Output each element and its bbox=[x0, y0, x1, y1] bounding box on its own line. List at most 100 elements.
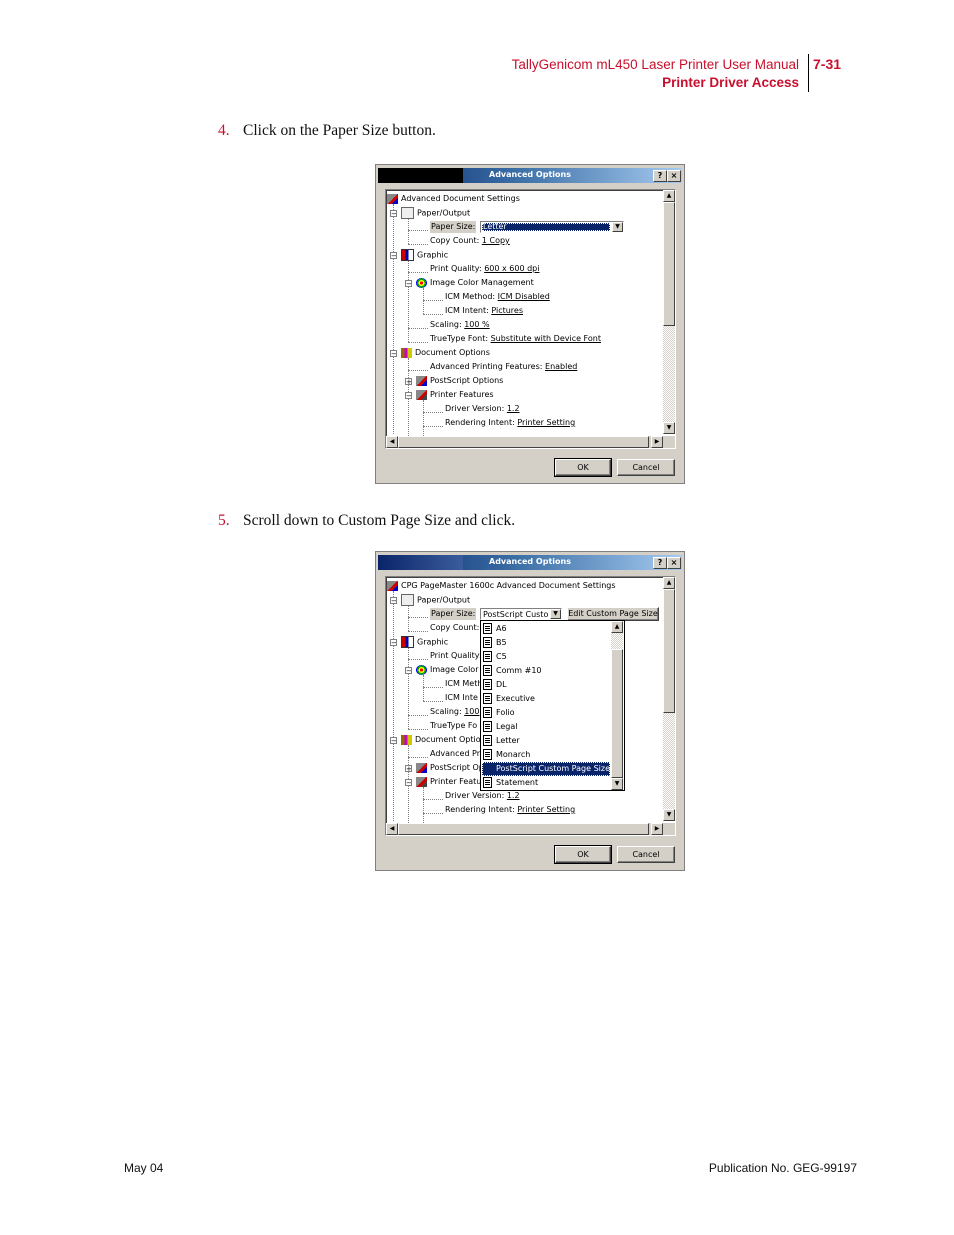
tree-item-paper-output[interactable]: Paper/Output bbox=[401, 207, 470, 219]
print-quality-setting[interactable]: Print Quality: bbox=[430, 650, 482, 662]
tree-item-postscript-options[interactable]: PostScript Options bbox=[416, 375, 503, 387]
help-button[interactable]: ? bbox=[653, 557, 667, 569]
collapse-icon[interactable]: − bbox=[405, 667, 412, 675]
setting-value[interactable]: Substitute with Device Font bbox=[491, 334, 601, 343]
expand-icon[interactable]: + bbox=[405, 378, 412, 386]
truetype-setting[interactable]: TrueType Font: Substitute with Device Fo… bbox=[430, 333, 601, 345]
scroll-thumb[interactable] bbox=[663, 589, 675, 713]
driver-version-setting[interactable]: Driver Version: 1.2 bbox=[445, 403, 520, 415]
scroll-left-icon[interactable]: ◀ bbox=[386, 823, 398, 835]
expand-icon[interactable]: + bbox=[405, 765, 412, 773]
copy-count-setting[interactable]: Copy Count: bbox=[430, 622, 479, 634]
collapse-icon[interactable]: − bbox=[390, 639, 397, 647]
scroll-right-icon[interactable]: ▶ bbox=[651, 823, 663, 835]
truetype-setting[interactable]: TrueType Fo bbox=[430, 720, 477, 732]
tree-item-icm[interactable]: Image Color Management bbox=[416, 277, 534, 289]
dropdown-arrow-icon[interactable]: ▼ bbox=[550, 609, 561, 619]
adv-printing-setting[interactable]: Advanced Printing Features: Enabled bbox=[430, 361, 577, 373]
scroll-up-icon[interactable]: ▲ bbox=[663, 577, 675, 589]
scroll-thumb[interactable] bbox=[663, 202, 675, 326]
help-button[interactable]: ? bbox=[653, 170, 667, 182]
icm-method-setting[interactable]: ICM Method: ICM Disabled bbox=[445, 291, 550, 303]
print-quality-setting[interactable]: Print Quality: 600 x 600 dpi bbox=[430, 263, 539, 275]
copy-count-setting[interactable]: Copy Count: 1 Copy bbox=[430, 235, 510, 247]
collapse-icon[interactable]: − bbox=[405, 779, 412, 787]
scroll-up-icon[interactable]: ▲ bbox=[663, 190, 675, 202]
tree-item-graphic[interactable]: Graphic bbox=[401, 249, 448, 261]
list-item[interactable]: Comm #10 bbox=[483, 664, 542, 678]
edit-custom-page-size-button[interactable]: Edit Custom Page Size bbox=[567, 607, 659, 621]
scaling-setting[interactable]: Scaling: 100 bbox=[430, 706, 480, 718]
list-item[interactable]: Monarch bbox=[483, 748, 530, 762]
scroll-down-icon[interactable]: ▼ bbox=[611, 778, 623, 790]
list-item-selected[interactable]: PostScript Custom Page Size bbox=[482, 762, 610, 776]
collapse-icon[interactable]: − bbox=[390, 597, 397, 605]
paper-size-setting[interactable]: Paper Size: bbox=[430, 608, 477, 620]
list-item[interactable]: A6 bbox=[483, 622, 507, 636]
scroll-thumb[interactable] bbox=[398, 823, 649, 835]
setting-value[interactable]: ICM Disabled bbox=[498, 292, 550, 301]
scroll-down-icon[interactable]: ▼ bbox=[663, 809, 675, 821]
tree-root[interactable]: CPG PageMaster 1600c Advanced Document S… bbox=[387, 580, 616, 592]
tree-item-graphic[interactable]: Graphic bbox=[401, 636, 448, 648]
rendering-intent-setting[interactable]: Rendering Intent: Printer Setting bbox=[445, 417, 575, 429]
scroll-left-icon[interactable]: ◀ bbox=[386, 436, 398, 448]
tree-root[interactable]: Advanced Document Settings bbox=[387, 193, 520, 205]
tree-item-printer-features[interactable]: Printer Features bbox=[416, 389, 494, 401]
scroll-right-icon[interactable]: ▶ bbox=[651, 436, 663, 448]
list-item[interactable]: C5 bbox=[483, 650, 507, 664]
setting-value[interactable]: Printer Setting bbox=[517, 418, 575, 427]
icm-method-setting[interactable]: ICM Meth bbox=[445, 678, 482, 690]
scroll-thumb[interactable] bbox=[611, 649, 623, 778]
setting-value[interactable]: 1.2 bbox=[507, 404, 520, 413]
dropdown-arrow-icon[interactable]: ▼ bbox=[612, 222, 623, 232]
cancel-button[interactable]: Cancel bbox=[617, 846, 675, 863]
close-button[interactable]: × bbox=[667, 170, 681, 182]
horizontal-scrollbar[interactable]: ◀ ▶ bbox=[386, 436, 663, 448]
setting-value[interactable]: 600 x 600 dpi bbox=[484, 264, 539, 273]
scroll-down-icon[interactable]: ▼ bbox=[663, 422, 675, 434]
tree-item-paper-output[interactable]: Paper/Output bbox=[401, 594, 470, 606]
settings-tree[interactable]: CPG PageMaster 1600c Advanced Document S… bbox=[385, 576, 676, 836]
paper-size-setting[interactable]: Paper Size: bbox=[430, 221, 477, 233]
paper-size-dropdown-list[interactable]: A6 B5 C5 Comm #10 DL Executive Folio Leg… bbox=[480, 620, 625, 791]
ok-button[interactable]: OK bbox=[554, 458, 612, 477]
tree-item-postscript-options[interactable]: PostScript Op bbox=[416, 762, 484, 774]
list-item[interactable]: DL bbox=[483, 678, 507, 692]
collapse-icon[interactable]: − bbox=[390, 350, 397, 358]
vertical-scrollbar[interactable]: ▲ ▼ bbox=[663, 577, 675, 821]
setting-value[interactable]: Enabled bbox=[545, 362, 577, 371]
settings-tree[interactable]: Advanced Document Settings − Paper/Outpu… bbox=[385, 189, 676, 449]
tree-item-icm[interactable]: Image Color bbox=[416, 664, 478, 676]
collapse-icon[interactable]: − bbox=[405, 280, 412, 288]
collapse-icon[interactable]: − bbox=[390, 252, 397, 260]
vertical-scrollbar[interactable]: ▲ ▼ bbox=[663, 190, 675, 434]
adv-printing-setting[interactable]: Advanced Pr bbox=[430, 748, 480, 760]
setting-value[interactable]: 1 Copy bbox=[482, 236, 510, 245]
scaling-setting[interactable]: Scaling: 100 % bbox=[430, 319, 490, 331]
list-item[interactable]: Statement bbox=[483, 776, 538, 790]
list-item[interactable]: B5 bbox=[483, 636, 507, 650]
setting-value[interactable]: 100 % bbox=[464, 320, 489, 329]
scroll-thumb[interactable] bbox=[398, 436, 649, 448]
collapse-icon[interactable]: − bbox=[390, 737, 397, 745]
tree-item-document-options[interactable]: Document Option bbox=[401, 734, 486, 746]
setting-value[interactable]: Printer Setting bbox=[517, 805, 575, 814]
list-item[interactable]: Executive bbox=[483, 692, 535, 706]
icm-intent-setting[interactable]: ICM Intent: Pictures bbox=[445, 305, 523, 317]
driver-version-setting[interactable]: Driver Version: 1.2 bbox=[445, 790, 520, 802]
setting-value[interactable]: Pictures bbox=[491, 306, 523, 315]
paper-size-combo[interactable]: PostScript Custo ▼ bbox=[480, 608, 562, 620]
collapse-icon[interactable]: − bbox=[390, 210, 397, 218]
rendering-intent-setting[interactable]: Rendering Intent: Printer Setting bbox=[445, 804, 575, 816]
tree-item-document-options[interactable]: Document Options bbox=[401, 347, 490, 359]
close-button[interactable]: × bbox=[667, 557, 681, 569]
list-item[interactable]: Legal bbox=[483, 720, 517, 734]
ok-button[interactable]: OK bbox=[554, 845, 612, 864]
tree-item-printer-features[interactable]: Printer Featu bbox=[416, 776, 481, 788]
scroll-up-icon[interactable]: ▲ bbox=[611, 621, 623, 633]
list-item[interactable]: Letter bbox=[483, 734, 520, 748]
paper-size-combo[interactable]: Letter ▼ bbox=[480, 221, 624, 233]
icm-intent-setting[interactable]: ICM Inte bbox=[445, 692, 478, 704]
setting-value[interactable]: 1.2 bbox=[507, 791, 520, 800]
